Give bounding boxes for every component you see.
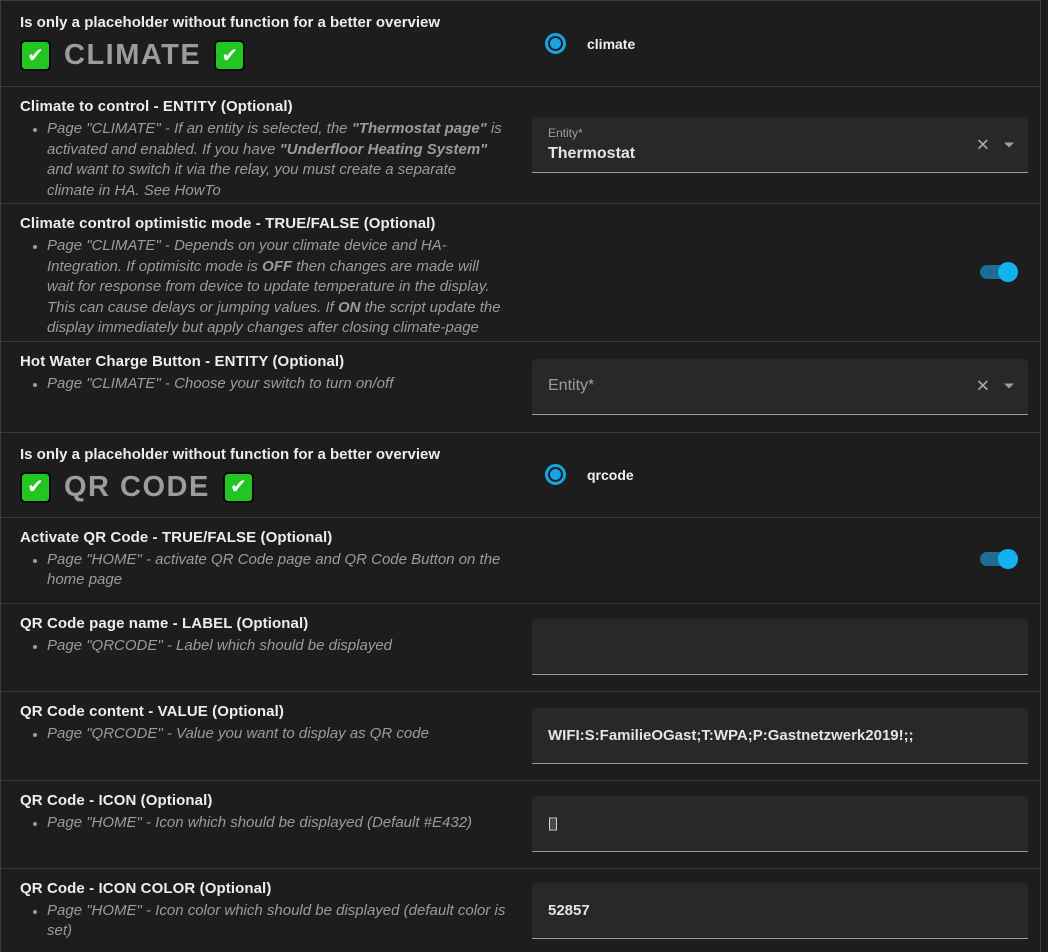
field-description: Page "CLIMATE" - Choose your switch to t… <box>47 374 506 395</box>
section-placeholder-note: Is only a placeholder without function f… <box>20 445 516 464</box>
missing-glyph-icon <box>549 817 557 830</box>
field-label: QR Code page name - LABEL (Optional) <box>20 614 516 633</box>
check-emoji-icon: ✔ <box>20 40 51 71</box>
qr-content-input[interactable] <box>532 708 1028 764</box>
section-placeholder-note: Is only a placeholder without function f… <box>20 13 516 32</box>
config-row-qr-content: QR Code content - VALUE (Optional) Page … <box>1 691 1040 780</box>
field-label: QR Code content - VALUE (Optional) <box>20 702 516 721</box>
section-heading-climate: ✔ CLIMATE ✔ <box>20 39 516 72</box>
qrcode-radio[interactable] <box>545 464 566 485</box>
activate-qrcode-toggle[interactable] <box>980 552 1013 566</box>
config-row-optimistic-mode: Climate control optimistic mode - TRUE/F… <box>1 203 1040 341</box>
field-description: Page "HOME" - activate QR Code page and … <box>47 550 506 591</box>
chevron-down-icon[interactable] <box>1004 142 1014 147</box>
qrcode-radio-label: qrcode <box>587 467 634 483</box>
section-heading-text: QR CODE <box>64 471 210 504</box>
config-row-activate-qrcode: Activate QR Code - TRUE/FALSE (Optional)… <box>1 517 1040 600</box>
chevron-down-icon[interactable] <box>1004 384 1014 389</box>
field-description: Page "QRCODE" - Label which should be di… <box>47 636 506 657</box>
config-row-qr-icon-color: QR Code - ICON COLOR (Optional) Page "HO… <box>1 868 1040 952</box>
field-label: Climate to control - ENTITY (Optional) <box>20 97 516 116</box>
qr-icon-input[interactable] <box>532 796 1028 852</box>
field-label: Activate QR Code - TRUE/FALSE (Optional) <box>20 528 516 547</box>
field-label: Hot Water Charge Button - ENTITY (Option… <box>20 352 516 371</box>
check-emoji-icon: ✔ <box>20 472 51 503</box>
config-row-qrcode-header: Is only a placeholder without function f… <box>1 432 1040 517</box>
field-description: Page "HOME" - Icon which should be displ… <box>47 813 506 834</box>
config-row-climate-header: Is only a placeholder without function f… <box>1 1 1040 86</box>
section-heading-text: CLIMATE <box>64 39 201 72</box>
check-emoji-icon: ✔ <box>223 472 254 503</box>
field-description: Page "HOME" - Icon color which should be… <box>47 901 506 942</box>
field-label: Climate control optimistic mode - TRUE/F… <box>20 214 516 233</box>
qr-page-name-input[interactable] <box>532 619 1028 675</box>
check-emoji-icon: ✔ <box>214 40 245 71</box>
blueprint-config-panel: Is only a placeholder without function f… <box>0 0 1041 952</box>
config-row-climate-entity: Climate to control - ENTITY (Optional) P… <box>1 86 1040 203</box>
field-label: QR Code - ICON COLOR (Optional) <box>20 879 516 898</box>
clear-icon[interactable]: ✕ <box>976 136 990 153</box>
field-label: QR Code - ICON (Optional) <box>20 791 516 810</box>
config-row-hot-water-entity: Hot Water Charge Button - ENTITY (Option… <box>1 341 1040 432</box>
entity-select-climate[interactable]: Entity* Thermostat ✕ <box>532 117 1028 173</box>
config-row-qr-page-name: QR Code page name - LABEL (Optional) Pag… <box>1 604 1040 691</box>
select-label: Entity* <box>548 377 594 395</box>
field-description: Page "CLIMATE" - Depends on your climate… <box>47 236 506 339</box>
section-heading-qrcode: ✔ QR CODE ✔ <box>20 471 516 504</box>
qr-icon-color-input[interactable] <box>532 883 1028 939</box>
select-label: Entity* <box>548 126 583 140</box>
climate-radio-label: climate <box>587 36 635 52</box>
select-value: Thermostat <box>548 145 635 163</box>
field-description: Page "CLIMATE" - If an entity is selecte… <box>47 119 506 201</box>
climate-radio[interactable] <box>545 33 566 54</box>
entity-select-hot-water[interactable]: Entity* ✕ <box>532 359 1028 415</box>
optimistic-mode-toggle[interactable] <box>980 265 1013 279</box>
clear-icon[interactable]: ✕ <box>976 378 990 395</box>
config-row-qr-icon: QR Code - ICON (Optional) Page "HOME" - … <box>1 780 1040 868</box>
field-description: Page "QRCODE" - Value you want to displa… <box>47 724 506 745</box>
